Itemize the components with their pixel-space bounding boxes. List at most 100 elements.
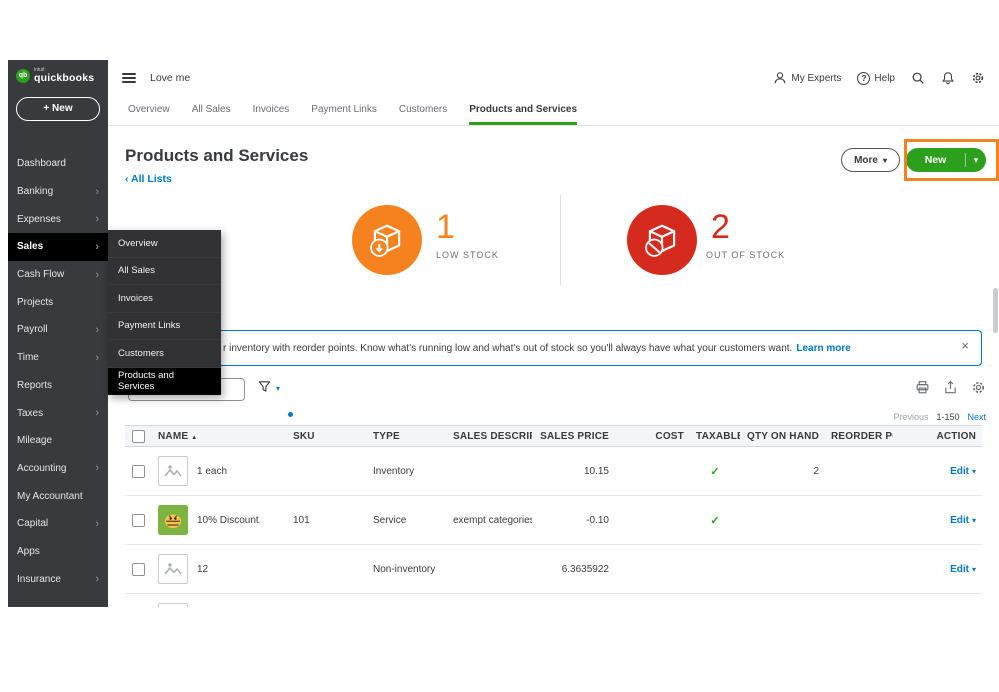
caret-down-icon[interactable]: ▾ xyxy=(972,565,976,574)
column-header-reorder-point[interactable]: REORDER POINT xyxy=(825,431,893,442)
tab-payment-links[interactable]: Payment Links xyxy=(311,96,377,125)
sidebar-item-expenses[interactable]: Expenses › xyxy=(8,205,108,233)
scrollbar-thumb[interactable] xyxy=(993,288,998,333)
cell-type: Inventory xyxy=(373,465,415,477)
product-name[interactable]: 12 xyxy=(197,564,208,575)
tab-overview[interactable]: Overview xyxy=(128,96,170,125)
product-image-placeholder-icon[interactable] xyxy=(158,554,188,584)
tab-all-sales[interactable]: All Sales xyxy=(192,96,231,125)
all-lists-back-link[interactable]: ‹ All Lists xyxy=(125,173,172,185)
table-row: 10% Discount 101 Service exempt categories -… xyxy=(125,496,982,545)
sidebar-item-mileage[interactable]: Mileage xyxy=(8,427,108,455)
sidebar-item-reports[interactable]: Reports xyxy=(8,372,108,400)
sidebar-item-accounting[interactable]: Accounting › xyxy=(8,455,108,483)
sidebar-item-projects[interactable]: Projects xyxy=(8,288,108,316)
flyout-item-customers[interactable]: Customers xyxy=(108,340,221,368)
sidebar-item-apps[interactable]: Apps xyxy=(8,538,108,566)
column-header-sales-price[interactable]: SALES PRICE xyxy=(532,431,615,442)
sidebar-item-sales[interactable]: Sales › xyxy=(8,233,108,261)
sidebar-item-banking[interactable]: Banking › xyxy=(8,178,108,206)
help-button[interactable]: ? Help xyxy=(857,71,895,85)
tab-products-and-services[interactable]: Products and Services xyxy=(469,96,578,125)
caret-down-icon[interactable]: ▾ xyxy=(972,467,976,476)
new-button[interactable]: New ▾ xyxy=(906,148,986,172)
chevron-right-icon: › xyxy=(95,323,99,336)
out-of-stock-icon[interactable] xyxy=(627,205,697,275)
sidebar-item-taxes[interactable]: Taxes › xyxy=(8,399,108,427)
sidebar-item-cash-flow[interactable]: Cash Flow › xyxy=(8,261,108,289)
caret-down-icon[interactable]: ▾ xyxy=(966,155,986,166)
column-header-qty-on-hand[interactable]: QTY ON HAND xyxy=(740,431,825,442)
select-all-checkbox[interactable] xyxy=(132,429,145,443)
column-header-sku[interactable]: SKU xyxy=(287,431,367,442)
filter-button[interactable]: ▾ xyxy=(258,380,280,393)
column-header-sales-description[interactable]: SALES DESCRIPTION xyxy=(447,431,532,442)
flyout-item-all-sales[interactable]: All Sales xyxy=(108,258,221,285)
flyout-item-invoices[interactable]: Invoices xyxy=(108,285,221,313)
chevron-right-icon: › xyxy=(95,185,99,198)
sidebar-item-dashboard[interactable]: Dashboard xyxy=(8,150,108,178)
sidebar-new-button[interactable]: + New xyxy=(16,96,100,121)
column-header-cost[interactable]: COST xyxy=(615,431,690,442)
edit-button[interactable]: Edit xyxy=(950,564,969,575)
edit-button[interactable]: Edit xyxy=(950,515,969,526)
column-header-type[interactable]: TYPE xyxy=(367,431,447,442)
sidebar-item-capital[interactable]: Capital › xyxy=(8,510,108,538)
row-checkbox[interactable] xyxy=(132,513,145,527)
print-icon[interactable] xyxy=(915,380,930,395)
page-title: Products and Services xyxy=(125,146,309,165)
row-checkbox[interactable] xyxy=(132,562,145,576)
low-stock-icon[interactable] xyxy=(352,205,422,275)
caret-down-icon[interactable]: ▾ xyxy=(972,516,976,525)
sidebar-item-time[interactable]: Time › xyxy=(8,344,108,372)
edit-button[interactable]: Edit xyxy=(950,466,969,477)
search-icon[interactable] xyxy=(911,71,925,85)
sidebar-item-label: Mileage xyxy=(17,435,53,447)
my-experts-button[interactable]: My Experts xyxy=(773,71,841,85)
sidebar-item-payroll[interactable]: Payroll › xyxy=(8,316,108,344)
flyout-item-payment-links[interactable]: Payment Links xyxy=(108,313,221,340)
out-of-stock-count[interactable]: 2 xyxy=(711,208,730,247)
export-icon[interactable] xyxy=(943,380,958,395)
table-settings-gear-icon[interactable] xyxy=(971,380,986,395)
main-content: Love me My Experts ? Help Overview All Sa… xyxy=(108,60,999,607)
sidebar-item-insurance[interactable]: Insurance › xyxy=(8,565,108,593)
sidebar-item-label: Expenses xyxy=(17,213,61,225)
my-experts-label: My Experts xyxy=(791,72,842,84)
sidebar-item-label: Accounting xyxy=(17,462,67,474)
sidebar-item-my-accountant[interactable]: My Accountant xyxy=(8,482,108,510)
tab-customers[interactable]: Customers xyxy=(399,96,447,125)
product-name[interactable]: 1 each xyxy=(197,466,227,477)
column-header-action[interactable]: ACTION xyxy=(893,431,982,442)
product-name[interactable]: 10% Discount xyxy=(197,515,259,526)
hamburger-menu-icon[interactable] xyxy=(122,72,136,84)
flyout-item-products-and-services[interactable]: Products and Services xyxy=(108,367,221,395)
product-image-placeholder-icon[interactable] xyxy=(158,603,188,607)
notifications-bell-icon[interactable] xyxy=(941,71,955,85)
pagination: Previous 1-150 Next xyxy=(893,412,986,422)
page-tabs: Overview All Sales Invoices Payment Links Cu… xyxy=(108,96,999,126)
learn-more-link[interactable]: Learn more xyxy=(796,343,850,354)
sidebar-item-label: Banking xyxy=(17,186,54,198)
name-cell: 10% Discount xyxy=(152,505,287,535)
flyout-item-overview[interactable]: Overview xyxy=(108,230,221,258)
more-label: More xyxy=(854,154,878,166)
settings-gear-icon[interactable] xyxy=(971,71,985,85)
product-image[interactable] xyxy=(158,505,188,535)
column-header-name[interactable]: NAME ▲ xyxy=(152,431,287,442)
sidebar-item-label: Apps xyxy=(17,545,40,557)
close-icon[interactable]: × xyxy=(961,339,969,352)
filter-funnel-icon xyxy=(258,381,271,392)
pagination-previous[interactable]: Previous xyxy=(893,412,928,422)
column-header-taxable[interactable]: TAXABLE xyxy=(690,431,740,442)
sidebar-item-label: Taxes xyxy=(17,407,44,419)
quickbooks-logo: qb intuit quickbooks xyxy=(8,60,108,88)
low-stock-count[interactable]: 1 xyxy=(436,208,455,247)
chevron-right-icon: › xyxy=(95,462,99,475)
sidebar-item-label: Dashboard xyxy=(17,158,66,170)
tab-invoices[interactable]: Invoices xyxy=(253,96,290,125)
row-checkbox[interactable] xyxy=(132,464,145,478)
product-image-placeholder-icon[interactable] xyxy=(158,456,188,486)
more-button[interactable]: More ▾ xyxy=(841,148,900,172)
pagination-next[interactable]: Next xyxy=(967,412,986,422)
